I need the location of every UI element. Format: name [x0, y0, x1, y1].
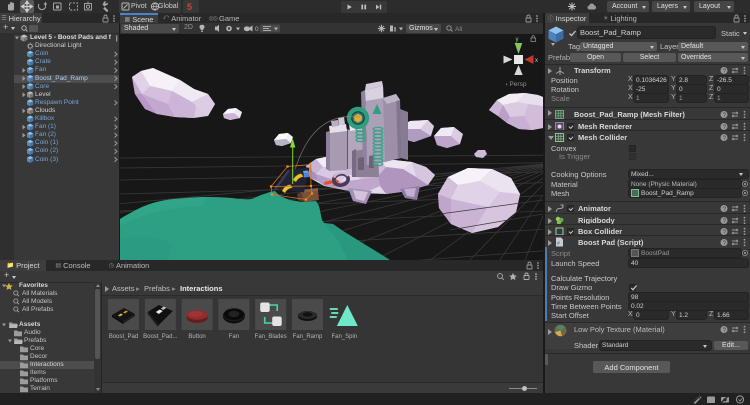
- svg-text:Fan: Fan: [229, 334, 239, 340]
- svg-text:All: All: [455, 26, 463, 33]
- svg-text:Boost_Pad...: Boost_Pad...: [143, 334, 178, 340]
- svg-text:x: x: [535, 58, 538, 64]
- svg-text:Fan_Ramp: Fan_Ramp: [293, 334, 323, 340]
- svg-text:0: 0: [255, 26, 259, 33]
- svg-text:Button: Button: [188, 334, 205, 340]
- svg-text:Fan_Spin: Fan_Spin: [331, 334, 357, 340]
- svg-text:Boost_Pad: Boost_Pad: [109, 334, 138, 340]
- svg-text:#: #: [557, 241, 560, 247]
- svg-text:Fan_Blades: Fan_Blades: [255, 334, 287, 340]
- svg-text:y: y: [516, 37, 519, 43]
- svg-text:‹ Persp: ‹ Persp: [506, 81, 527, 88]
